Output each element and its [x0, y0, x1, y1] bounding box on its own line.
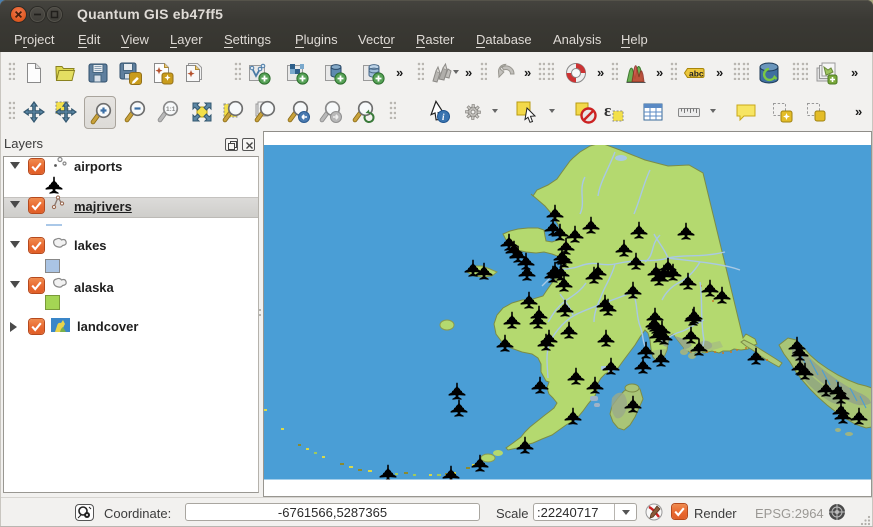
- svg-text:ε: ε: [604, 101, 611, 120]
- svg-text:1:1: 1:1: [166, 106, 176, 113]
- svg-text:abc: abc: [689, 69, 704, 79]
